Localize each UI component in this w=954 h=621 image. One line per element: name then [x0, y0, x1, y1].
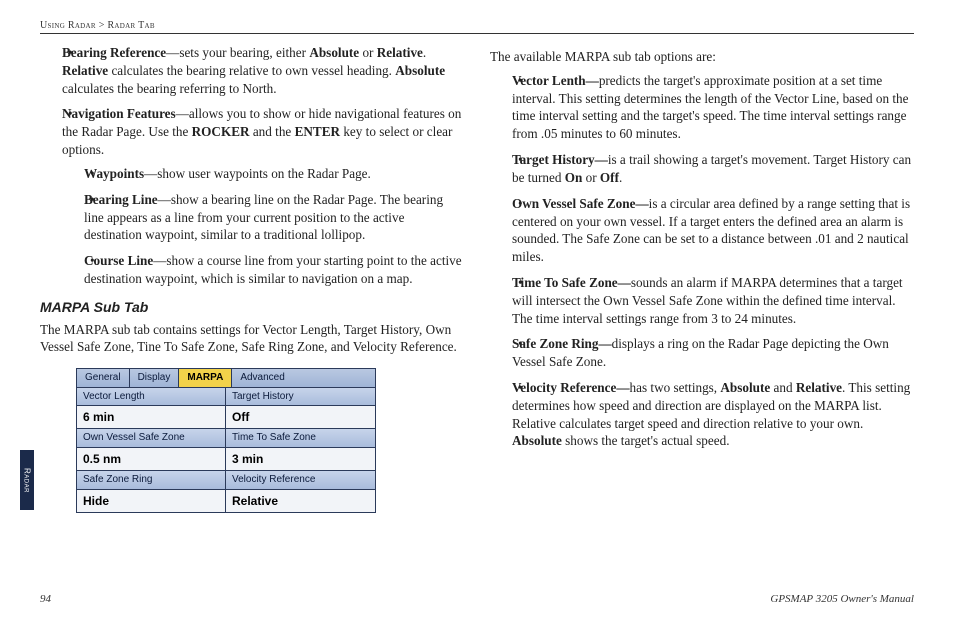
term: Velocity Reference—: [512, 380, 630, 395]
right-column: The available MARPA sub tab options are:…: [490, 44, 914, 513]
text: .: [423, 45, 426, 60]
tab-display[interactable]: Display: [130, 369, 180, 387]
text: .: [619, 170, 622, 185]
tab-general[interactable]: General: [77, 369, 130, 387]
text: shows the target's actual speed.: [562, 433, 730, 448]
list-item-own-vessel-safe-zone: Own Vessel Safe Zone—is a circular area …: [512, 195, 914, 266]
list-item-bearing-line: Bearing Line—show a bearing line on the …: [84, 191, 464, 244]
breadcrumb-page: Radar Tab: [107, 20, 154, 31]
text: —show user waypoints on the Radar Page.: [144, 166, 371, 181]
bold: Relative: [62, 63, 108, 78]
tab-advanced[interactable]: Advanced: [232, 369, 292, 387]
term: Time To Safe Zone—: [512, 275, 631, 290]
page-footer: 94 GPSMAP 3205 Owner's Manual: [40, 593, 914, 605]
list-item-bearing-reference: Bearing Reference—sets your bearing, eit…: [62, 44, 464, 97]
bold: ENTER: [295, 124, 340, 139]
left-bullet-list: Bearing Reference—sets your bearing, eit…: [40, 44, 464, 288]
term: Safe Zone Ring—: [512, 336, 612, 351]
marpa-intro: The MARPA sub tab contains settings for …: [40, 321, 464, 357]
manual-title: GPSMAP 3205 Owner's Manual: [770, 593, 914, 605]
bold: Relative: [377, 45, 423, 60]
text: or: [359, 45, 377, 60]
tab-marpa[interactable]: MARPA: [179, 369, 232, 387]
text: or: [582, 170, 600, 185]
header-rule: [40, 33, 914, 34]
page-number: 94: [40, 593, 51, 605]
list-item-navigation-features: Navigation Features—allows you to show o…: [62, 105, 464, 287]
bold: Absolute: [720, 380, 770, 395]
list-item-vector-lenth: Vector Lenth—predicts the target's appro…: [512, 72, 914, 143]
breadcrumb-section: Using Radar: [40, 20, 96, 31]
text: —sets your bearing, either: [166, 45, 309, 60]
bold: ROCKER: [192, 124, 250, 139]
text: and the: [250, 124, 295, 139]
two-columns: Bearing Reference—sets your bearing, eit…: [40, 44, 914, 513]
term: Course Line: [84, 253, 153, 268]
right-bullet-list: Vector Lenth—predicts the target's appro…: [490, 72, 914, 450]
value-own-vessel-safe-zone[interactable]: 0.5 nm: [77, 448, 226, 471]
term: Target History—: [512, 152, 608, 167]
label-vector-length: Vector Length: [77, 388, 226, 407]
bold: Absolute: [309, 45, 359, 60]
right-lead: The available MARPA sub tab options are:: [490, 48, 914, 66]
text: calculates the bearing relative to own v…: [108, 63, 395, 78]
value-vector-length[interactable]: 6 min: [77, 406, 226, 429]
list-item-course-line: Course Line—show a course line from your…: [84, 252, 464, 288]
bold: Off: [600, 170, 619, 185]
bold: Absolute: [395, 63, 445, 78]
settings-grid: Vector Length Target History 6 min Off O…: [76, 387, 376, 513]
term: Own Vessel Safe Zone—: [512, 196, 649, 211]
text: calculates the bearing referring to Nort…: [62, 81, 277, 96]
term: Vector Lenth—: [512, 73, 599, 88]
text: has two settings,: [630, 380, 721, 395]
term: Bearing Line: [84, 192, 158, 207]
label-safe-zone-ring: Safe Zone Ring: [77, 471, 226, 490]
label-target-history: Target History: [226, 388, 375, 407]
label-time-to-safe-zone: Time To Safe Zone: [226, 429, 375, 448]
term: Waypoints: [84, 166, 144, 181]
left-column: Bearing Reference—sets your bearing, eit…: [40, 44, 464, 513]
side-chapter-tab: Radar: [20, 450, 34, 510]
marpa-settings-screenshot: General Display MARPA Advanced Vector Le…: [76, 368, 376, 513]
settings-tabs: General Display MARPA Advanced: [76, 368, 376, 387]
list-item-safe-zone-ring: Safe Zone Ring—displays a ring on the Ra…: [512, 335, 914, 371]
marpa-heading: MARPA Sub Tab: [40, 298, 464, 317]
breadcrumb: Using Radar > Radar Tab: [40, 20, 914, 31]
list-item-target-history: Target History—is a trail showing a targ…: [512, 151, 914, 187]
manual-page: Using Radar > Radar Tab Bearing Referenc…: [0, 0, 954, 621]
text: and: [770, 380, 796, 395]
value-target-history[interactable]: Off: [226, 406, 375, 429]
term: Bearing Reference: [62, 45, 166, 60]
value-velocity-reference[interactable]: Relative: [226, 490, 375, 512]
value-safe-zone-ring[interactable]: Hide: [77, 490, 226, 512]
bold: On: [565, 170, 583, 185]
bold: Absolute: [512, 433, 562, 448]
value-time-to-safe-zone[interactable]: 3 min: [226, 448, 375, 471]
list-item-time-to-safe-zone: Time To Safe Zone—sounds an alarm if MAR…: [512, 274, 914, 327]
list-item-waypoints: Waypoints—show user waypoints on the Rad…: [84, 165, 464, 183]
bold: Relative: [796, 380, 842, 395]
term: Navigation Features: [62, 106, 176, 121]
list-item-velocity-reference: Velocity Reference—has two settings, Abs…: [512, 379, 914, 450]
label-velocity-reference: Velocity Reference: [226, 471, 375, 490]
breadcrumb-sep: >: [99, 20, 105, 31]
label-own-vessel-safe-zone: Own Vessel Safe Zone: [77, 429, 226, 448]
nested-list: Waypoints—show user waypoints on the Rad…: [62, 165, 464, 288]
